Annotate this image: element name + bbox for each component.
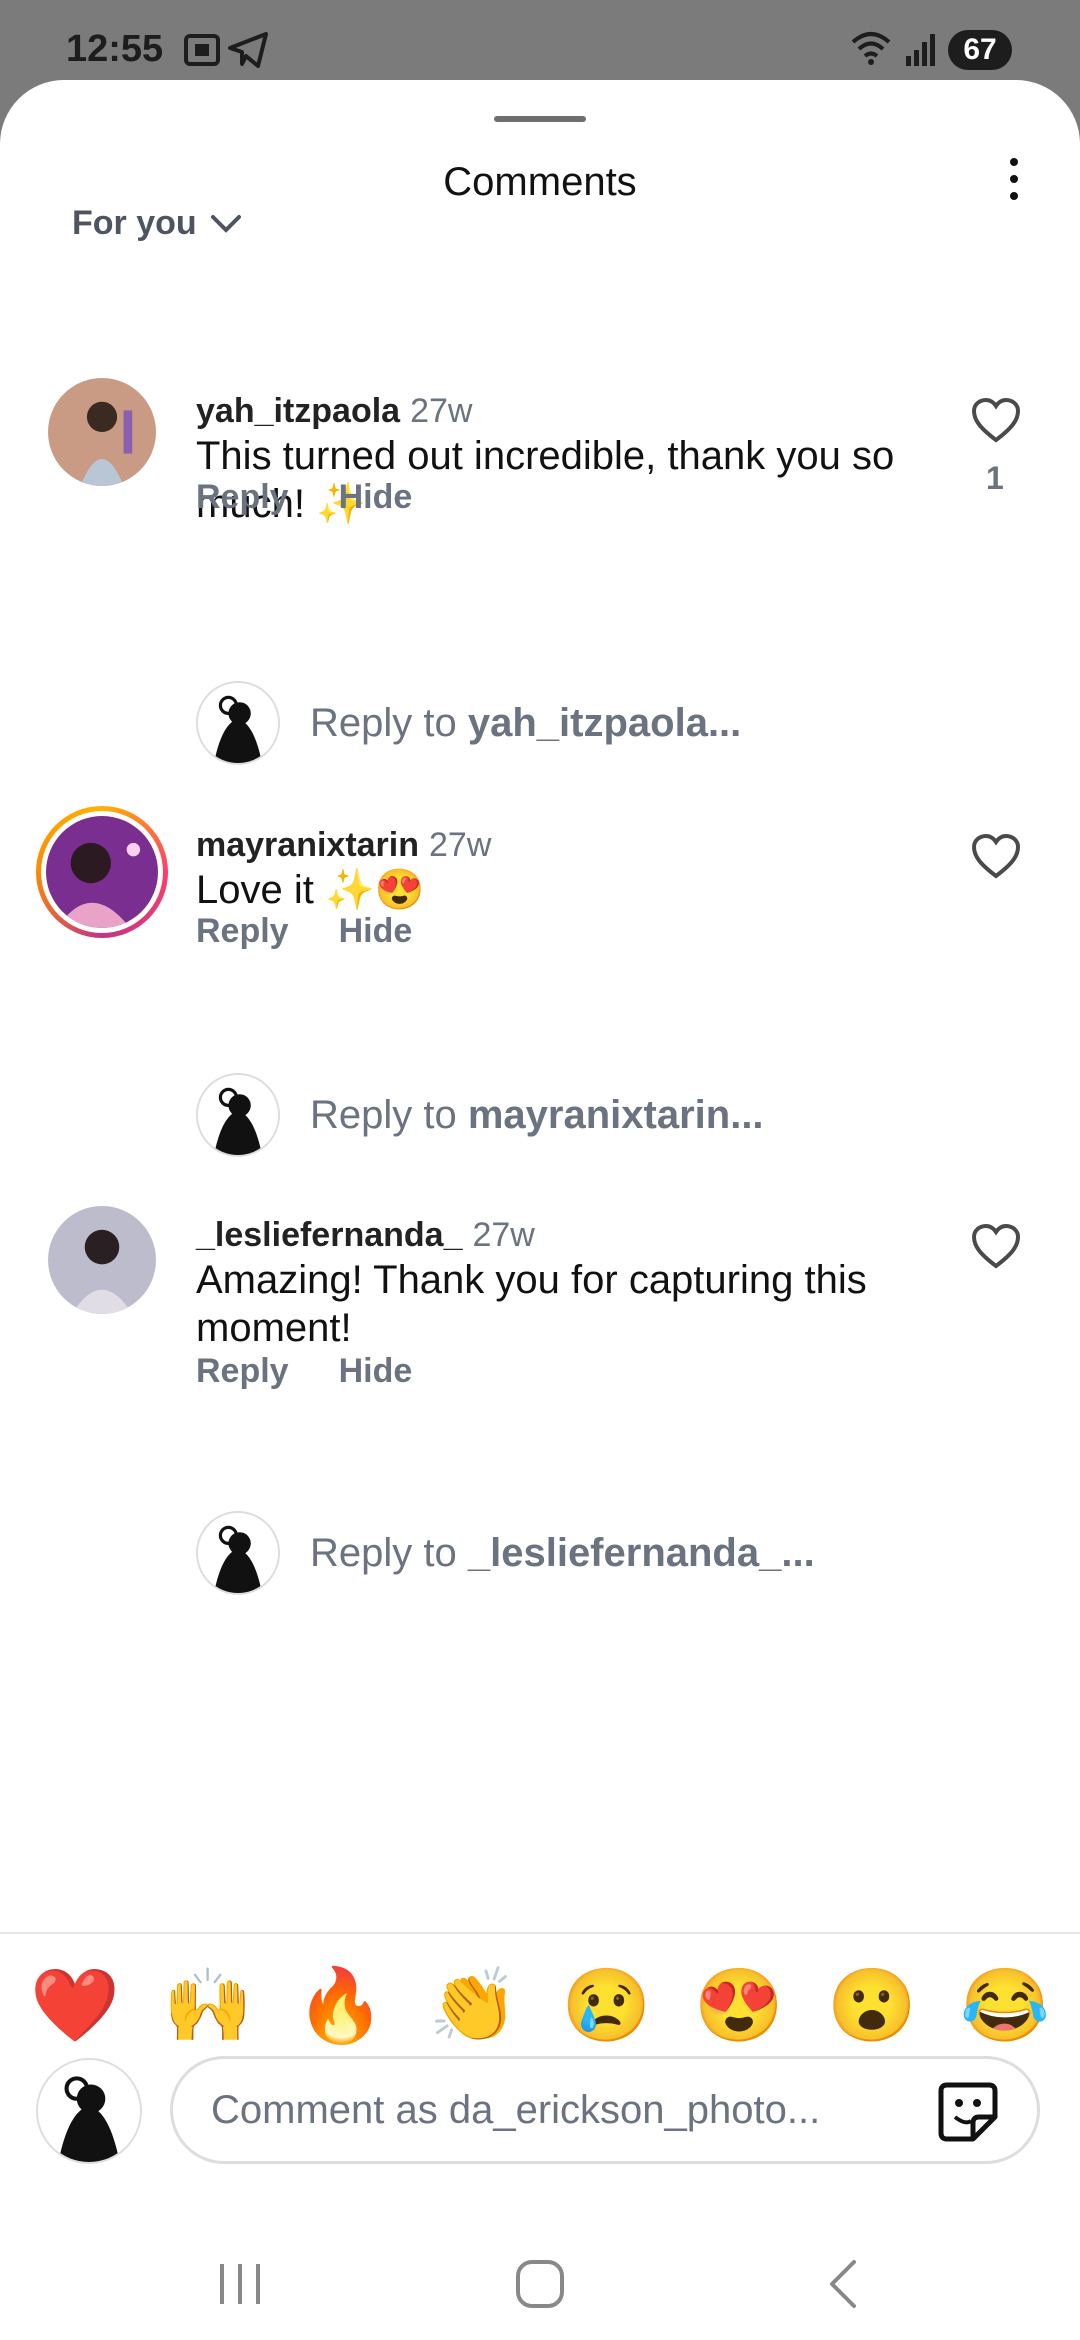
comment-composer: Comment as da_erickson_photo...	[36, 2056, 1046, 2166]
telegram-icon	[228, 32, 268, 68]
chevron-down-icon	[210, 214, 241, 233]
reply-prompt-label: Reply to	[310, 700, 468, 745]
emoji-heart-button[interactable]: ❤️	[30, 1966, 120, 2046]
hide-button[interactable]: Hide	[339, 1352, 413, 1391]
comment-input[interactable]: Comment as da_erickson_photo...	[170, 2056, 1040, 2164]
system-navigation-bar	[0, 2256, 1080, 2340]
emoji-cry-button[interactable]: 😢	[561, 1966, 652, 2046]
reply-target: _lesliefernanda_...	[467, 1530, 815, 1575]
avatar	[196, 681, 280, 765]
sheet-title: Comments	[443, 160, 637, 204]
reply-target: yah_itzpaola...	[467, 700, 742, 745]
reply-button[interactable]: Reply	[196, 912, 289, 951]
comment-text: Love it ✨😍	[196, 868, 425, 912]
recent-apps-icon[interactable]	[212, 2256, 268, 2312]
more-vertical-icon[interactable]	[1004, 158, 1024, 208]
comment-actions: Reply Hide	[196, 912, 412, 951]
reply-composer-row[interactable]: Reply to yah_itzpaola...	[196, 680, 1026, 766]
comment-actions: Reply Hide	[196, 478, 412, 517]
sticker-icon[interactable]	[935, 2079, 1001, 2145]
divider	[0, 1932, 1080, 1934]
username-text: mayranixtarin	[196, 826, 419, 864]
avatar[interactable]	[48, 1206, 156, 1314]
reply-prompt: Reply to yah_itzpaola...	[310, 701, 741, 746]
comments-sheet: Comments For you yah_itzpaola 27w This tu…	[0, 80, 1080, 2340]
emoji-raised-hands-button[interactable]: 🙌	[163, 1966, 253, 2046]
avatar	[196, 1073, 280, 1157]
emoji-heart-eyes-button[interactable]: 😍	[694, 1966, 784, 2046]
avatar	[196, 1511, 280, 1595]
reply-composer-row[interactable]: Reply to mayranixtarin...	[196, 1072, 1026, 1158]
battery-indicator: 67	[948, 30, 1012, 70]
comment-username[interactable]: mayranixtarin 27w	[196, 826, 491, 865]
reply-button[interactable]: Reply	[196, 1352, 289, 1391]
drag-handle[interactable]	[494, 116, 586, 122]
comment-username[interactable]: _lesliefernanda_ 27w	[196, 1216, 535, 1255]
hide-button[interactable]: Hide	[339, 478, 413, 517]
avatar	[46, 816, 158, 928]
username-text: yah_itzpaola	[196, 392, 401, 430]
reply-prompt-label: Reply to	[310, 1092, 468, 1137]
reply-prompt: Reply to mayranixtarin...	[310, 1093, 764, 1138]
signal-icon	[906, 34, 935, 66]
reply-composer-row[interactable]: Reply to _lesliefernanda_...	[196, 1510, 1026, 1596]
avatar-story-ring[interactable]	[36, 806, 168, 938]
reply-target: mayranixtarin...	[467, 1092, 764, 1137]
battery-level: 67	[963, 33, 997, 66]
like-count: 1	[986, 460, 1004, 496]
avatar	[36, 2058, 142, 2164]
reply-button[interactable]: Reply	[196, 478, 289, 517]
emoji-surprised-button[interactable]: 😮	[827, 1966, 917, 2046]
home-icon[interactable]	[512, 2256, 568, 2312]
quick-emoji-bar: ❤️ 🙌 🔥 👏 😢 😍 😮 😂	[30, 1966, 1050, 2046]
hide-button[interactable]: Hide	[339, 912, 413, 951]
comment-filter-dropdown[interactable]: For you	[72, 204, 243, 243]
reply-prompt: Reply to _lesliefernanda_...	[310, 1531, 815, 1576]
comment-text: Amazing! Thank you for capturing this mo…	[196, 1258, 867, 1350]
back-icon[interactable]	[816, 2256, 872, 2312]
comment-age: 27w	[429, 826, 492, 864]
comment-username[interactable]: yah_itzpaola 27w	[196, 392, 472, 431]
avatar[interactable]	[48, 378, 156, 486]
filter-label: For you	[72, 204, 197, 242]
comment-age: 27w	[410, 392, 473, 430]
emoji-fire-button[interactable]: 🔥	[296, 1966, 386, 2046]
heart-icon[interactable]	[970, 396, 1022, 444]
emoji-clap-button[interactable]: 👏	[429, 1966, 519, 2046]
heart-icon[interactable]	[970, 1222, 1022, 1270]
heart-icon[interactable]	[970, 832, 1022, 880]
wifi-icon	[851, 32, 891, 65]
status-time: 12:55	[66, 28, 164, 70]
screenshot-icon	[184, 34, 220, 66]
reply-prompt-label: Reply to	[310, 1530, 468, 1575]
emoji-laugh-button[interactable]: 😂	[960, 1966, 1050, 2046]
comment-actions: Reply Hide	[196, 1352, 412, 1391]
username-text: _lesliefernanda_	[196, 1216, 463, 1254]
comment-input-placeholder: Comment as da_erickson_photo...	[211, 2087, 821, 2132]
comment-age: 27w	[472, 1216, 535, 1254]
